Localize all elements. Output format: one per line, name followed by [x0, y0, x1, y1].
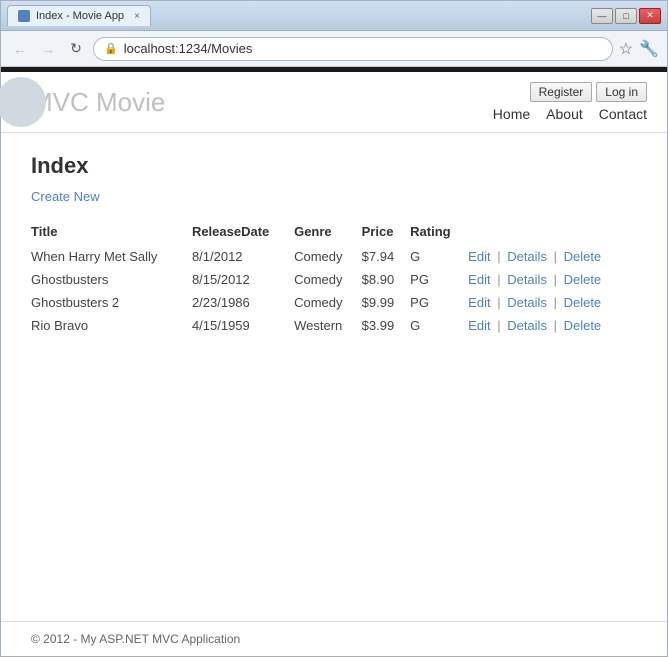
sep1: | [494, 249, 501, 264]
nav-home[interactable]: Home [493, 106, 530, 122]
cell-rating: PG [410, 268, 468, 291]
cell-title: Ghostbusters 2 [31, 291, 192, 314]
sep2: | [550, 249, 557, 264]
cell-release: 4/15/1959 [192, 314, 294, 337]
tab-favicon [18, 10, 30, 22]
table-row: Ghostbusters 2 2/23/1986 Comedy $9.99 PG… [31, 291, 637, 314]
cell-actions: Edit | Details | Delete [468, 268, 637, 291]
cell-release: 8/15/2012 [192, 268, 294, 291]
details-link[interactable]: Details [507, 295, 547, 310]
sep2: | [550, 295, 557, 310]
details-link[interactable]: Details [507, 318, 547, 333]
header-decoration [0, 77, 46, 127]
bookmark-icon[interactable]: ☆ [619, 39, 633, 59]
table-header-row: Title ReleaseDate Genre Price Rating [31, 220, 637, 245]
delete-link[interactable]: Delete [564, 318, 602, 333]
delete-link[interactable]: Delete [564, 295, 602, 310]
branding: MVC Movie [21, 87, 165, 118]
lock-icon: 🔒 [104, 42, 118, 55]
sep1: | [494, 295, 501, 310]
cell-rating: G [410, 245, 468, 268]
app-title: MVC Movie [31, 87, 165, 118]
cell-genre: Western [294, 314, 362, 337]
footer-text: © 2012 - My ASP.NET MVC Application [31, 632, 240, 646]
app-header: MVC Movie Register Log in Home About Con… [1, 72, 667, 133]
addressbar: ← → ↻ 🔒 localhost:1234/Movies ☆ 🔧 [1, 31, 667, 67]
cell-release: 8/1/2012 [192, 245, 294, 268]
cell-genre: Comedy [294, 245, 362, 268]
nav-links: Home About Contact [493, 106, 647, 122]
cell-price: $3.99 [362, 314, 411, 337]
edit-link[interactable]: Edit [468, 272, 490, 287]
sep1: | [494, 272, 501, 287]
window-controls: — □ ✕ [591, 8, 661, 24]
col-releasedate: ReleaseDate [192, 220, 294, 245]
sep2: | [550, 272, 557, 287]
create-new-link[interactable]: Create New [31, 189, 100, 204]
edit-link[interactable]: Edit [468, 249, 490, 264]
browser-tab[interactable]: Index - Movie App × [7, 5, 151, 26]
cell-title: Rio Bravo [31, 314, 192, 337]
cell-title: When Harry Met Sally [31, 245, 192, 268]
delete-link[interactable]: Delete [564, 249, 602, 264]
url-text: localhost:1234/Movies [124, 41, 602, 56]
tab-close-button[interactable]: × [134, 11, 140, 22]
refresh-button[interactable]: ↻ [65, 38, 87, 60]
cell-genre: Comedy [294, 291, 362, 314]
page-title: Index [31, 153, 637, 179]
forward-button[interactable]: → [37, 38, 59, 60]
col-price: Price [362, 220, 411, 245]
footer: © 2012 - My ASP.NET MVC Application [1, 621, 667, 656]
details-link[interactable]: Details [507, 272, 547, 287]
maximize-button[interactable]: □ [615, 8, 637, 24]
settings-icon[interactable]: 🔧 [639, 39, 659, 59]
col-actions [468, 220, 637, 245]
details-link[interactable]: Details [507, 249, 547, 264]
cell-actions: Edit | Details | Delete [468, 245, 637, 268]
sep2: | [550, 318, 557, 333]
login-button[interactable]: Log in [596, 82, 647, 102]
cell-genre: Comedy [294, 268, 362, 291]
cell-rating: PG [410, 291, 468, 314]
col-rating: Rating [410, 220, 468, 245]
col-genre: Genre [294, 220, 362, 245]
nav-contact[interactable]: Contact [599, 106, 647, 122]
cell-release: 2/23/1986 [192, 291, 294, 314]
edit-link[interactable]: Edit [468, 318, 490, 333]
cell-price: $9.99 [362, 291, 411, 314]
cell-actions: Edit | Details | Delete [468, 314, 637, 337]
sep1: | [494, 318, 501, 333]
auth-buttons: Register Log in [530, 82, 647, 102]
titlebar: Index - Movie App × — □ ✕ [1, 1, 667, 31]
back-button[interactable]: ← [9, 38, 31, 60]
browser-window: Index - Movie App × — □ ✕ ← → ↻ 🔒 localh… [0, 0, 668, 657]
register-button[interactable]: Register [530, 82, 593, 102]
cell-actions: Edit | Details | Delete [468, 291, 637, 314]
minimize-button[interactable]: — [591, 8, 613, 24]
cell-price: $8.90 [362, 268, 411, 291]
close-button[interactable]: ✕ [639, 8, 661, 24]
edit-link[interactable]: Edit [468, 295, 490, 310]
table-row: When Harry Met Sally 8/1/2012 Comedy $7.… [31, 245, 637, 268]
header-right: Register Log in Home About Contact [493, 82, 647, 122]
url-bar[interactable]: 🔒 localhost:1234/Movies [93, 37, 613, 61]
main-content: Index Create New Title ReleaseDate Genre… [1, 133, 667, 621]
cell-price: $7.94 [362, 245, 411, 268]
movies-table: Title ReleaseDate Genre Price Rating Whe… [31, 220, 637, 337]
delete-link[interactable]: Delete [564, 272, 602, 287]
cell-rating: G [410, 314, 468, 337]
cell-title: Ghostbusters [31, 268, 192, 291]
tab-title: Index - Movie App [36, 10, 124, 22]
table-row: Ghostbusters 8/15/2012 Comedy $8.90 PG E… [31, 268, 637, 291]
col-title: Title [31, 220, 192, 245]
nav-about[interactable]: About [546, 106, 583, 122]
table-row: Rio Bravo 4/15/1959 Western $3.99 G Edit… [31, 314, 637, 337]
